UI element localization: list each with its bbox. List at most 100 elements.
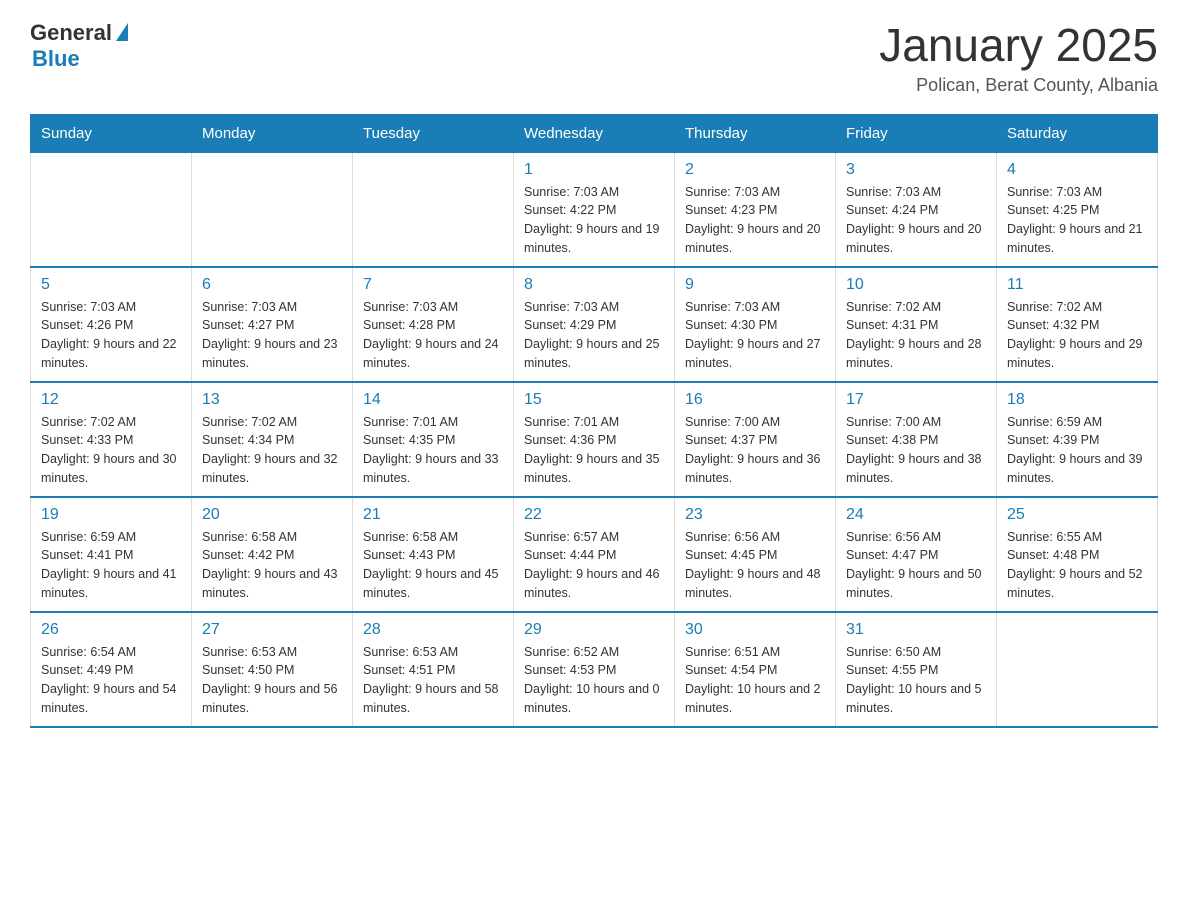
- day-number: 10: [846, 276, 986, 294]
- page-header: General Blue January 2025 Polican, Berat…: [30, 20, 1158, 96]
- header-sunday: Sunday: [31, 114, 192, 152]
- calendar-cell: 12 Sunrise: 7:02 AMSunset: 4:33 PMDayligh…: [31, 382, 192, 497]
- day-info: Sunrise: 7:03 AMSunset: 4:29 PMDaylight:…: [524, 298, 664, 373]
- calendar-cell: 31 Sunrise: 6:50 AMSunset: 4:55 PMDayligh…: [836, 612, 997, 727]
- header-saturday: Saturday: [997, 114, 1158, 152]
- day-info: Sunrise: 7:02 AMSunset: 4:31 PMDaylight:…: [846, 298, 986, 373]
- calendar-cell: 13 Sunrise: 7:02 AMSunset: 4:34 PMDayligh…: [192, 382, 353, 497]
- day-number: 28: [363, 621, 503, 639]
- calendar-cell: 18 Sunrise: 6:59 AMSunset: 4:39 PMDayligh…: [997, 382, 1158, 497]
- day-info: Sunrise: 6:59 AMSunset: 4:39 PMDaylight:…: [1007, 413, 1147, 488]
- calendar-cell: 20 Sunrise: 6:58 AMSunset: 4:42 PMDayligh…: [192, 497, 353, 612]
- day-info: Sunrise: 7:03 AMSunset: 4:22 PMDaylight:…: [524, 183, 664, 258]
- day-number: 29: [524, 621, 664, 639]
- day-number: 17: [846, 391, 986, 409]
- day-number: 11: [1007, 276, 1147, 294]
- calendar-cell: [192, 152, 353, 267]
- day-number: 6: [202, 276, 342, 294]
- calendar-week-row: 26 Sunrise: 6:54 AMSunset: 4:49 PMDayligh…: [31, 612, 1158, 727]
- day-number: 2: [685, 161, 825, 179]
- day-number: 26: [41, 621, 181, 639]
- day-info: Sunrise: 6:54 AMSunset: 4:49 PMDaylight:…: [41, 643, 181, 718]
- calendar-table: SundayMondayTuesdayWednesdayThursdayFrid…: [30, 114, 1158, 728]
- day-number: 19: [41, 506, 181, 524]
- calendar-cell: 8 Sunrise: 7:03 AMSunset: 4:29 PMDaylight…: [514, 267, 675, 382]
- day-info: Sunrise: 6:58 AMSunset: 4:42 PMDaylight:…: [202, 528, 342, 603]
- day-info: Sunrise: 6:56 AMSunset: 4:47 PMDaylight:…: [846, 528, 986, 603]
- calendar-cell: 22 Sunrise: 6:57 AMSunset: 4:44 PMDayligh…: [514, 497, 675, 612]
- header-wednesday: Wednesday: [514, 114, 675, 152]
- day-info: Sunrise: 6:57 AMSunset: 4:44 PMDaylight:…: [524, 528, 664, 603]
- day-info: Sunrise: 6:53 AMSunset: 4:50 PMDaylight:…: [202, 643, 342, 718]
- calendar-week-row: 12 Sunrise: 7:02 AMSunset: 4:33 PMDayligh…: [31, 382, 1158, 497]
- logo-general-text: General: [30, 20, 112, 46]
- day-number: 9: [685, 276, 825, 294]
- day-number: 1: [524, 161, 664, 179]
- day-number: 7: [363, 276, 503, 294]
- day-info: Sunrise: 6:58 AMSunset: 4:43 PMDaylight:…: [363, 528, 503, 603]
- day-info: Sunrise: 7:02 AMSunset: 4:33 PMDaylight:…: [41, 413, 181, 488]
- header-friday: Friday: [836, 114, 997, 152]
- calendar-cell: 4Sunrise: 7:03 AMSunset: 4:25 PMDaylight…: [997, 152, 1158, 267]
- day-number: 15: [524, 391, 664, 409]
- logo-triangle-icon: [116, 23, 128, 41]
- day-number: 31: [846, 621, 986, 639]
- day-info: Sunrise: 7:00 AMSunset: 4:37 PMDaylight:…: [685, 413, 825, 488]
- day-info: Sunrise: 6:51 AMSunset: 4:54 PMDaylight:…: [685, 643, 825, 718]
- calendar-cell: [353, 152, 514, 267]
- calendar-cell: 24 Sunrise: 6:56 AMSunset: 4:47 PMDayligh…: [836, 497, 997, 612]
- day-info: Sunrise: 7:03 AMSunset: 4:24 PMDaylight:…: [846, 183, 986, 258]
- calendar-cell: 29Sunrise: 6:52 AMSunset: 4:53 PMDayligh…: [514, 612, 675, 727]
- header-thursday: Thursday: [675, 114, 836, 152]
- logo: General Blue: [30, 20, 128, 72]
- calendar-cell: 21Sunrise: 6:58 AMSunset: 4:43 PMDayligh…: [353, 497, 514, 612]
- title-block: January 2025 Polican, Berat County, Alba…: [879, 20, 1158, 96]
- day-number: 3: [846, 161, 986, 179]
- day-info: Sunrise: 7:03 AMSunset: 4:26 PMDaylight:…: [41, 298, 181, 373]
- day-info: Sunrise: 7:03 AMSunset: 4:30 PMDaylight:…: [685, 298, 825, 373]
- day-info: Sunrise: 6:56 AMSunset: 4:45 PMDaylight:…: [685, 528, 825, 603]
- day-number: 8: [524, 276, 664, 294]
- day-number: 14: [363, 391, 503, 409]
- calendar-cell: 7 Sunrise: 7:03 AMSunset: 4:28 PMDaylight…: [353, 267, 514, 382]
- calendar-cell: 28 Sunrise: 6:53 AMSunset: 4:51 PMDayligh…: [353, 612, 514, 727]
- calendar-cell: 10 Sunrise: 7:02 AMSunset: 4:31 PMDayligh…: [836, 267, 997, 382]
- day-number: 5: [41, 276, 181, 294]
- calendar-cell: 3 Sunrise: 7:03 AMSunset: 4:24 PMDaylight…: [836, 152, 997, 267]
- day-number: 18: [1007, 391, 1147, 409]
- day-info: Sunrise: 6:53 AMSunset: 4:51 PMDaylight:…: [363, 643, 503, 718]
- calendar-cell: 2 Sunrise: 7:03 AMSunset: 4:23 PMDaylight…: [675, 152, 836, 267]
- calendar-week-row: 1 Sunrise: 7:03 AMSunset: 4:22 PMDaylight…: [31, 152, 1158, 267]
- calendar-cell: 5 Sunrise: 7:03 AMSunset: 4:26 PMDaylight…: [31, 267, 192, 382]
- day-info: Sunrise: 7:02 AMSunset: 4:34 PMDaylight:…: [202, 413, 342, 488]
- day-info: Sunrise: 7:01 AMSunset: 4:35 PMDaylight:…: [363, 413, 503, 488]
- day-number: 24: [846, 506, 986, 524]
- day-number: 13: [202, 391, 342, 409]
- calendar-cell: [31, 152, 192, 267]
- day-info: Sunrise: 6:55 AMSunset: 4:48 PMDaylight:…: [1007, 528, 1147, 603]
- day-info: Sunrise: 7:02 AMSunset: 4:32 PMDaylight:…: [1007, 298, 1147, 373]
- day-info: Sunrise: 7:01 AMSunset: 4:36 PMDaylight:…: [524, 413, 664, 488]
- day-number: 16: [685, 391, 825, 409]
- day-number: 22: [524, 506, 664, 524]
- calendar-cell: 1 Sunrise: 7:03 AMSunset: 4:22 PMDaylight…: [514, 152, 675, 267]
- day-info: Sunrise: 6:50 AMSunset: 4:55 PMDaylight:…: [846, 643, 986, 718]
- header-tuesday: Tuesday: [353, 114, 514, 152]
- page-title: January 2025: [879, 20, 1158, 71]
- day-number: 25: [1007, 506, 1147, 524]
- day-info: Sunrise: 7:03 AMSunset: 4:23 PMDaylight:…: [685, 183, 825, 258]
- day-number: 12: [41, 391, 181, 409]
- day-info: Sunrise: 7:03 AMSunset: 4:28 PMDaylight:…: [363, 298, 503, 373]
- calendar-cell: 17 Sunrise: 7:00 AMSunset: 4:38 PMDayligh…: [836, 382, 997, 497]
- day-info: Sunrise: 7:03 AMSunset: 4:27 PMDaylight:…: [202, 298, 342, 373]
- calendar-week-row: 5 Sunrise: 7:03 AMSunset: 4:26 PMDaylight…: [31, 267, 1158, 382]
- calendar-cell: 16 Sunrise: 7:00 AMSunset: 4:37 PMDayligh…: [675, 382, 836, 497]
- day-info: Sunrise: 7:00 AMSunset: 4:38 PMDaylight:…: [846, 413, 986, 488]
- calendar-cell: 19Sunrise: 6:59 AMSunset: 4:41 PMDayligh…: [31, 497, 192, 612]
- calendar-cell: 6 Sunrise: 7:03 AMSunset: 4:27 PMDaylight…: [192, 267, 353, 382]
- day-number: 20: [202, 506, 342, 524]
- calendar-cell: 11 Sunrise: 7:02 AMSunset: 4:32 PMDayligh…: [997, 267, 1158, 382]
- calendar-cell: 15 Sunrise: 7:01 AMSunset: 4:36 PMDayligh…: [514, 382, 675, 497]
- day-number: 27: [202, 621, 342, 639]
- day-info: Sunrise: 7:03 AMSunset: 4:25 PMDaylight:…: [1007, 183, 1147, 258]
